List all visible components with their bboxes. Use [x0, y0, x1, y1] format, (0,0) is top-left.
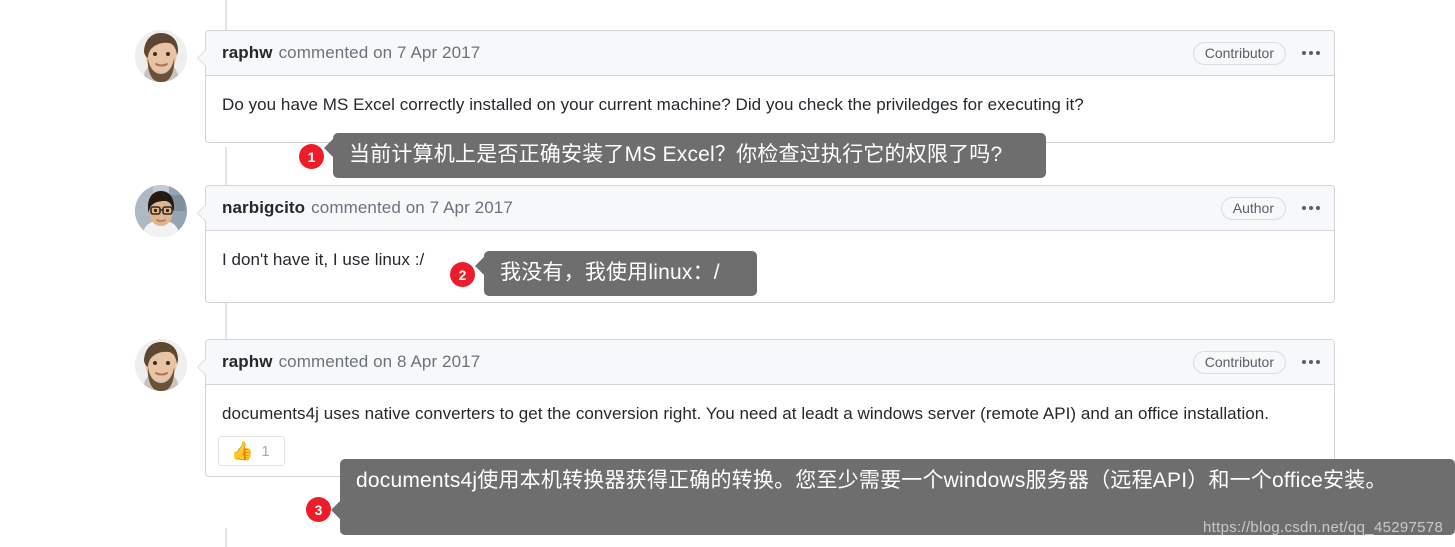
translation-marker-number: 1 — [307, 148, 316, 165]
avatar[interactable] — [135, 30, 187, 82]
timeline-rail-top — [225, 0, 227, 30]
translation-text: 我没有，我使用linux：/ — [500, 261, 720, 284]
comment-header: raphw commented on 7 Apr 2017 Contributo… — [206, 31, 1334, 76]
comment-box: narbigcito commented on 7 Apr 2017 Autho… — [197, 185, 1335, 303]
timeline-rail-bottom — [225, 528, 227, 547]
comment-author[interactable]: raphw — [222, 352, 273, 372]
translation-marker-1: 1 — [299, 144, 324, 169]
comment-timestamp: commented on 7 Apr 2017 — [311, 198, 513, 217]
avatar[interactable] — [135, 185, 187, 237]
avatar[interactable] — [135, 339, 187, 391]
comment-body: documents4j uses native converters to ge… — [222, 404, 1270, 423]
comment-author[interactable]: narbigcito — [222, 198, 305, 218]
thumbs-up-icon: 👍 — [231, 441, 254, 461]
translation-overlay-1: 当前计算机上是否正确安装了MS Excel？你检查过执行它的权限了吗? — [324, 133, 1046, 178]
comment-header: raphw commented on 8 Apr 2017 Contributo… — [206, 340, 1334, 385]
role-badge: Contributor — [1192, 350, 1286, 374]
role-badge: Author — [1220, 196, 1286, 220]
narbigcito-avatar — [135, 185, 187, 237]
role-badge: Contributor — [1192, 41, 1286, 65]
translation-text: 当前计算机上是否正确安装了MS Excel？你检查过执行它的权限了吗? — [349, 143, 1003, 166]
raphw-avatar — [135, 339, 187, 391]
comment-header: narbigcito commented on 7 Apr 2017 Autho… — [206, 186, 1334, 231]
translation-marker-number: 3 — [314, 501, 323, 518]
translation-marker-2: 2 — [450, 262, 475, 287]
kebab-menu-icon[interactable] — [1302, 360, 1320, 364]
comment-body: I don't have it, I use linux :/ — [222, 250, 425, 269]
timeline-rail-2-3 — [225, 302, 227, 342]
comment-timestamp: commented on 7 Apr 2017 — [278, 43, 481, 62]
comment-box: raphw commented on 8 Apr 2017 Contributo… — [197, 339, 1335, 477]
raphw-avatar — [135, 30, 187, 82]
comment-timestamp: commented on 8 Apr 2017 — [278, 352, 481, 371]
translation-overlay-2: 我没有，我使用linux：/ — [475, 251, 757, 296]
comment-author[interactable]: raphw — [222, 43, 273, 63]
translation-marker-3: 3 — [306, 497, 331, 522]
translation-marker-number: 2 — [458, 266, 467, 283]
reaction-thumbs-up-button[interactable]: 👍 1 — [218, 436, 285, 466]
comment-box: raphw commented on 7 Apr 2017 Contributo… — [197, 30, 1335, 143]
kebab-menu-icon[interactable] — [1302, 51, 1320, 55]
timeline-rail-1-2 — [225, 147, 227, 187]
watermark: https://blog.csdn.net/qq_45297578 — [1203, 519, 1444, 536]
translation-text: documents4j使用本机转换器获得正确的转换。您至少需要一个windows… — [356, 469, 1387, 492]
kebab-menu-icon[interactable] — [1302, 206, 1320, 210]
reaction-count: 1 — [261, 442, 270, 460]
